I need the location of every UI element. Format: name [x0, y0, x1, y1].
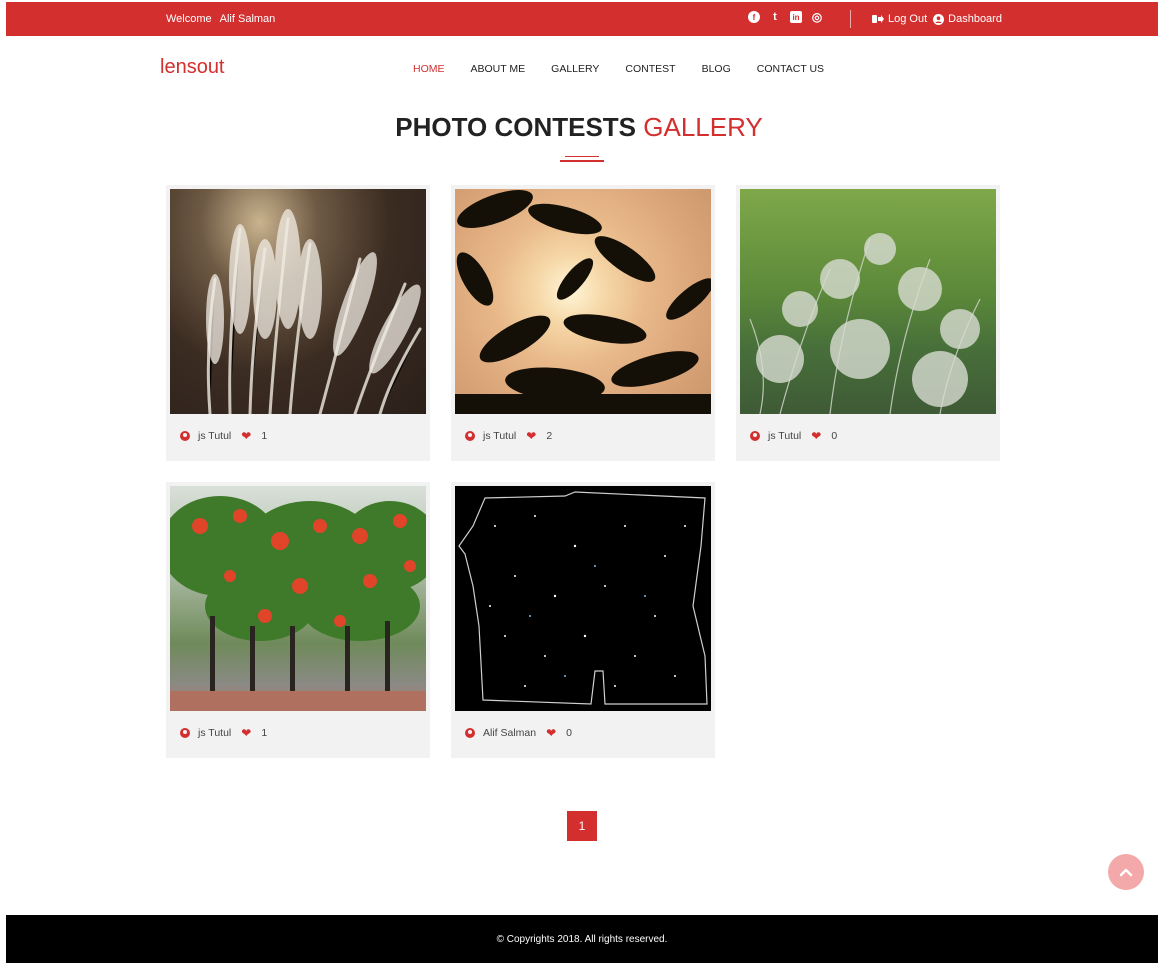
chevron-up-icon: [1119, 868, 1133, 877]
auth-links: Log Out Dashboard: [872, 13, 1004, 25]
heart-icon[interactable]: ❤: [811, 429, 821, 443]
nav-contact-us[interactable]: CONTACT US: [757, 63, 824, 75]
footer: © Copyrights 2018. All rights reserved.: [6, 915, 1158, 963]
card-meta: js Tutul ❤ 2: [465, 429, 552, 443]
page: Welcome Alif Salman f t in ◎ Log Out Das…: [0, 0, 1158, 963]
card-likes: 0: [566, 727, 573, 739]
star-field-photo[interactable]: [455, 486, 711, 711]
user-icon: [465, 728, 475, 738]
card-likes: 1: [261, 727, 268, 739]
page-title: PHOTO CONTESTS GALLERY: [0, 112, 1158, 143]
heart-icon[interactable]: ❤: [546, 726, 556, 740]
heart-icon[interactable]: ❤: [526, 429, 536, 443]
facebook-icon[interactable]: f: [748, 11, 760, 23]
sunset-leaves-photo[interactable]: [455, 189, 711, 414]
green-plant-photo[interactable]: [740, 189, 996, 414]
site-logo[interactable]: lensout: [160, 56, 225, 79]
dashboard-link[interactable]: Dashboard: [948, 13, 1002, 25]
logout-link[interactable]: Log Out: [888, 13, 927, 25]
welcome-area: Welcome Alif Salman: [166, 13, 275, 25]
gallery-card: js Tutul ❤ 2: [451, 185, 715, 461]
trees-illustration: [170, 496, 426, 711]
nav-about-me[interactable]: ABOUT ME: [471, 63, 526, 75]
card-author[interactable]: js Tutul: [483, 430, 516, 442]
user-icon: [465, 431, 475, 441]
topbar-divider: [850, 10, 851, 28]
user-icon: [750, 431, 760, 441]
gallery-card: Alif Salman ❤ 0: [451, 482, 715, 758]
card-author[interactable]: js Tutul: [198, 430, 231, 442]
back-to-top-button[interactable]: [1108, 854, 1144, 890]
nav-contest[interactable]: CONTEST: [625, 63, 675, 75]
linkedin-icon[interactable]: in: [790, 11, 802, 23]
title-underline-thick: [560, 160, 604, 162]
card-author[interactable]: Alif Salman: [483, 727, 536, 739]
welcome-label: Welcome: [166, 13, 212, 25]
nav-home[interactable]: HOME: [413, 63, 445, 75]
twitter-icon[interactable]: t: [769, 11, 781, 23]
page-title-accent: GALLERY: [643, 112, 763, 142]
page-title-main: PHOTO CONTESTS: [395, 112, 637, 142]
instagram-icon[interactable]: ◎: [811, 10, 823, 24]
card-author[interactable]: js Tutul: [768, 430, 801, 442]
welcome-user-link[interactable]: Alif Salman: [220, 13, 276, 25]
top-bar: Welcome Alif Salman f t in ◎ Log Out Das…: [6, 2, 1158, 36]
nav-gallery[interactable]: GALLERY: [551, 63, 599, 75]
flame-trees-photo[interactable]: [170, 486, 426, 711]
heart-icon[interactable]: ❤: [241, 726, 251, 740]
card-author[interactable]: js Tutul: [198, 727, 231, 739]
main-nav: HOME ABOUT ME GALLERY CONTEST BLOG CONTA…: [413, 63, 824, 75]
nav-blog[interactable]: BLOG: [702, 63, 731, 75]
gallery-card: js Tutul ❤ 1: [166, 482, 430, 758]
card-likes: 0: [831, 430, 838, 442]
leaves-silhouette: [455, 190, 711, 414]
heart-icon[interactable]: ❤: [241, 429, 251, 443]
plant-illustration: [749, 233, 981, 414]
card-meta: js Tutul ❤ 0: [750, 429, 837, 443]
card-likes: 2: [546, 430, 553, 442]
card-meta: Alif Salman ❤ 0: [465, 726, 572, 740]
footer-copyright: © Copyrights 2018. All rights reserved.: [496, 934, 668, 945]
title-underline: [565, 156, 599, 157]
card-likes: 1: [261, 430, 268, 442]
gallery-card: js Tutul ❤ 1: [166, 185, 430, 461]
pampas-grass-photo[interactable]: [170, 189, 426, 414]
card-meta: js Tutul ❤ 1: [180, 726, 267, 740]
logout-icon: [872, 15, 884, 23]
user-icon: [180, 431, 190, 441]
star-field-illustration: [458, 491, 708, 705]
user-circle-icon: [933, 13, 945, 25]
social-links: f t in ◎: [748, 10, 823, 24]
user-icon: [180, 728, 190, 738]
card-meta: js Tutul ❤ 1: [180, 429, 267, 443]
pagination-page-1[interactable]: 1: [567, 811, 597, 841]
gallery-card: js Tutul ❤ 0: [736, 185, 1000, 461]
pampas-grass-illustration: [206, 209, 422, 414]
